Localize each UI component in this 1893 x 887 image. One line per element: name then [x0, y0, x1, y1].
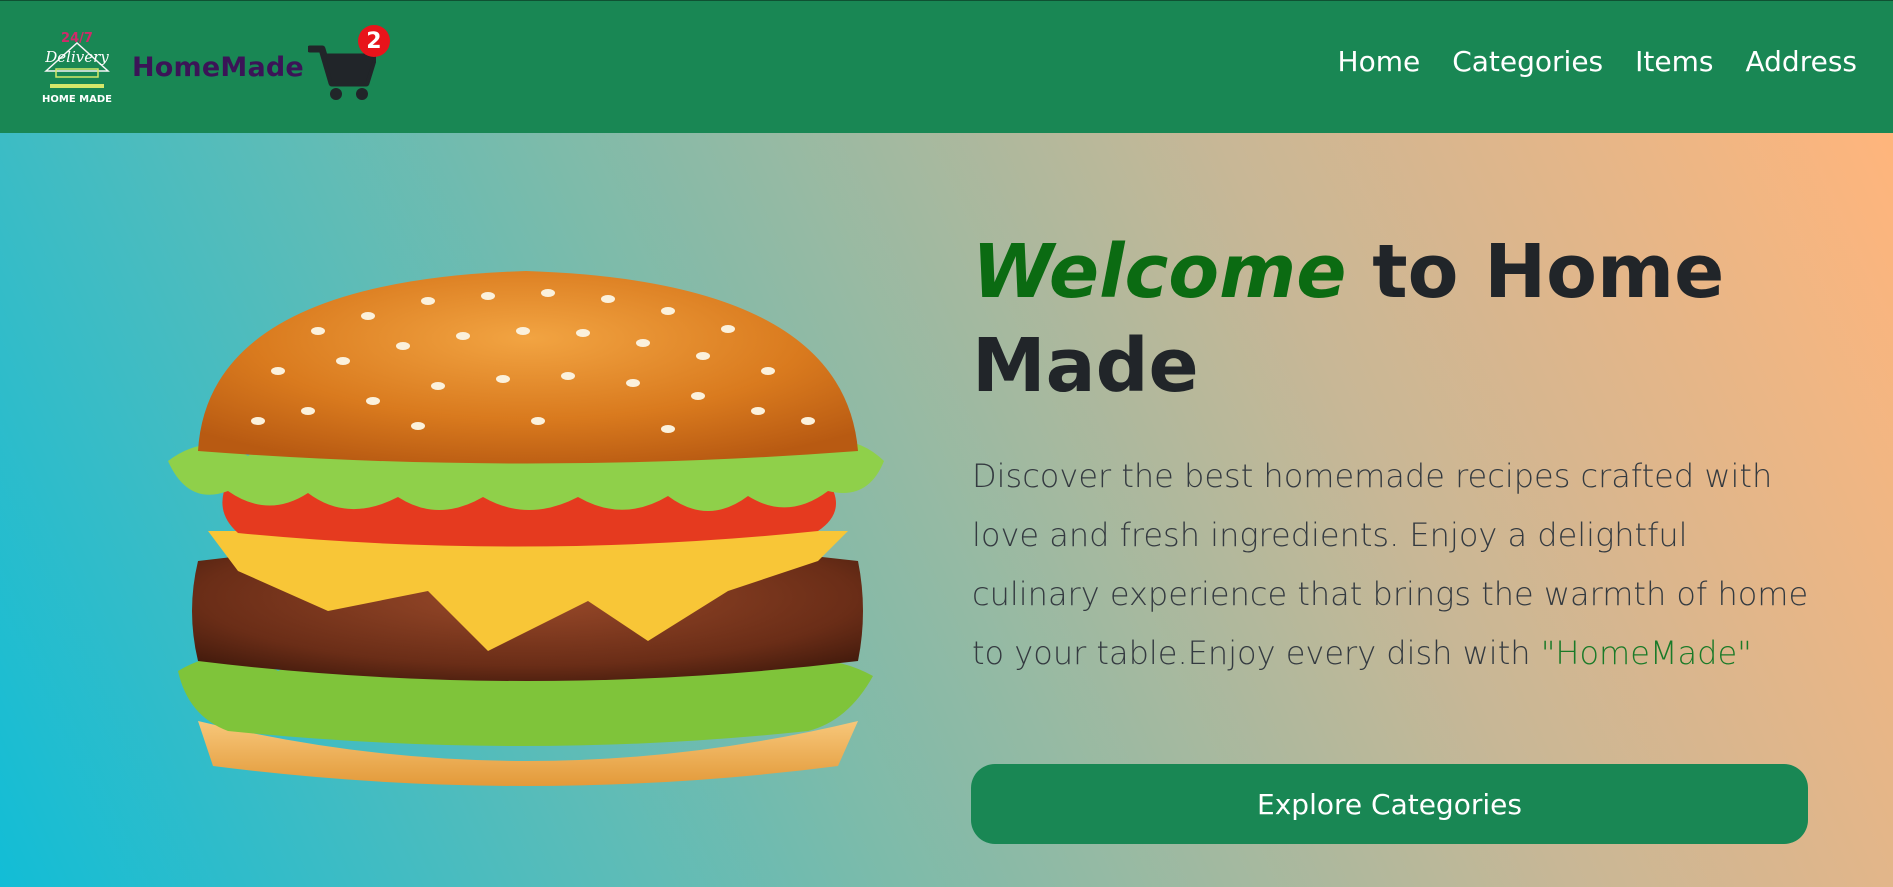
nav-link-categories[interactable]: Categories [1452, 45, 1603, 78]
cart-count-badge: 2 [357, 25, 390, 57]
hero-title-accent: Welcome [972, 229, 1347, 315]
brand-name[interactable]: HomeMade [132, 52, 304, 83]
nav-link-items[interactable]: Items [1635, 45, 1713, 78]
explore-categories-button[interactable]: Explore Categories [971, 764, 1808, 844]
hero-text: Welcome to Home Made Discover the best h… [972, 225, 1812, 683]
nav-link-address[interactable]: Address [1745, 45, 1857, 78]
nav-link-home[interactable]: Home [1338, 45, 1421, 78]
logo-text-top: 24/7 [61, 31, 93, 46]
cart-button[interactable]: 2 [306, 25, 390, 103]
navbar: 24/7 Delivery HOME MADE HomeMade 2 Home … [0, 0, 1893, 133]
logo-text-mid: Delivery [44, 48, 109, 66]
nav-links: Home Categories Items Address [1338, 45, 1857, 78]
hero-description: Discover the best homemade recipes craft… [972, 447, 1812, 683]
burger-image [168, 271, 884, 786]
logo[interactable]: 24/7 Delivery HOME MADE [36, 27, 118, 107]
hero-section: Welcome to Home Made Discover the best h… [0, 133, 1893, 887]
logo-text-bottom: HOME MADE [42, 94, 112, 105]
brand[interactable]: 24/7 Delivery HOME MADE HomeMade 2 [36, 25, 390, 107]
hero-description-highlight: "HomeMade" [1540, 634, 1752, 672]
hero-title: Welcome to Home Made [972, 225, 1812, 413]
